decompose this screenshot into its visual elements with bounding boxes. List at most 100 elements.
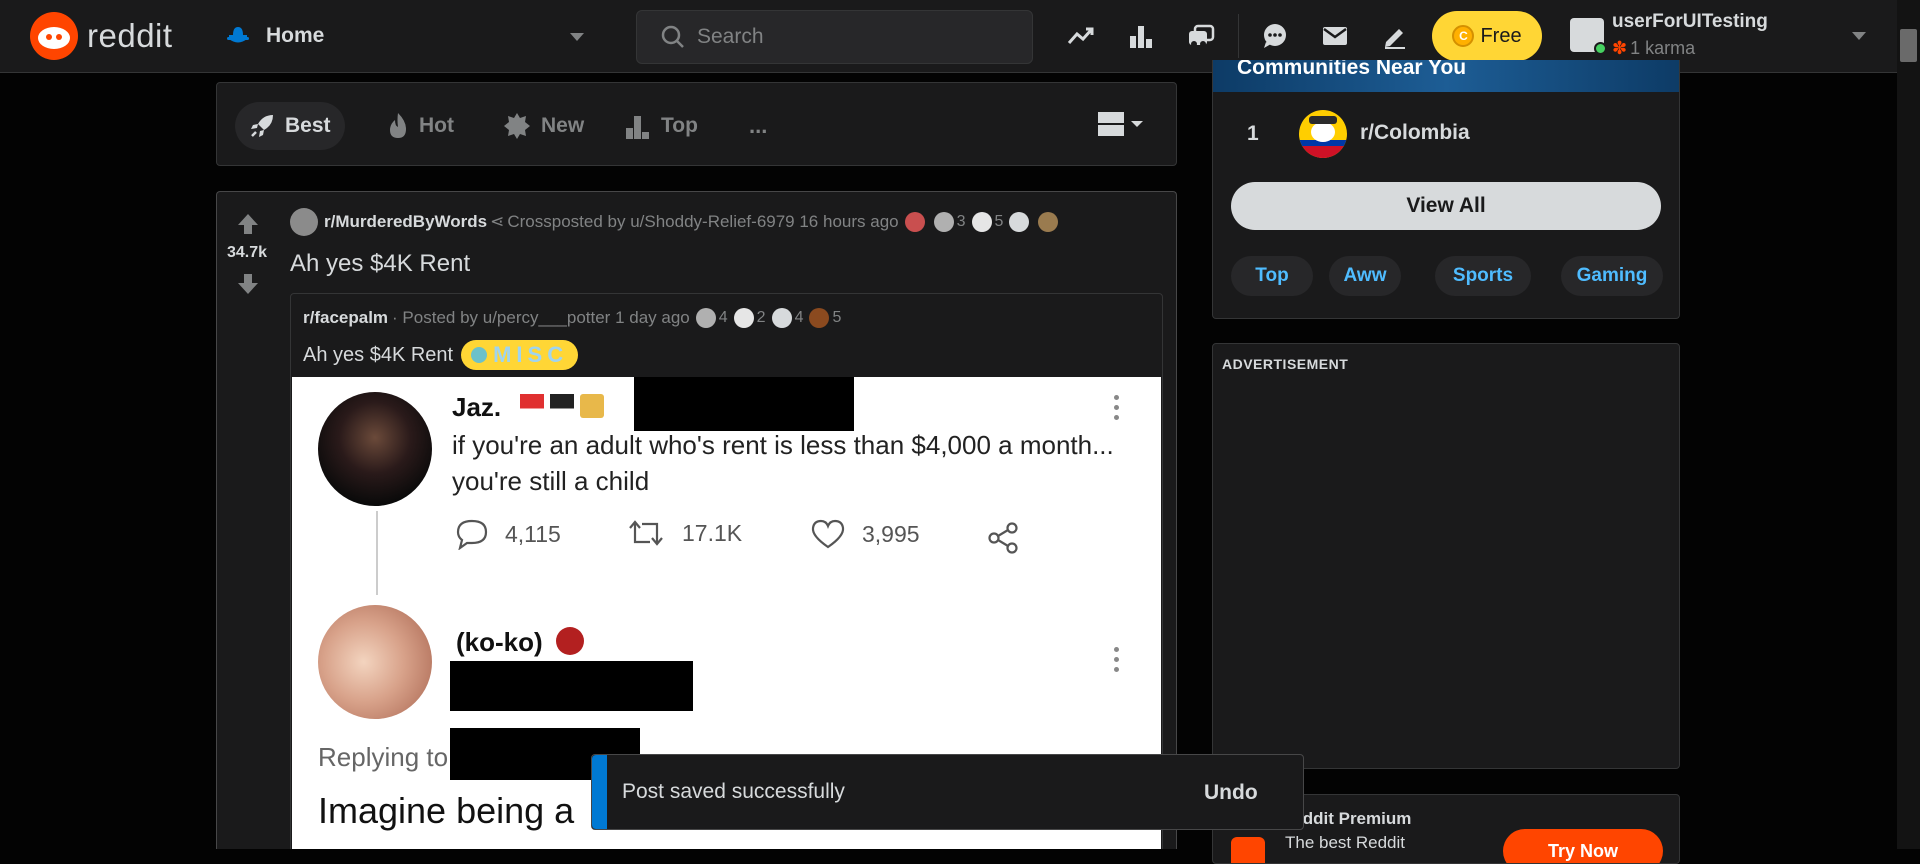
rocket-icon xyxy=(251,115,273,137)
ad-label: ADVERTISEMENT xyxy=(1222,356,1349,372)
search-input[interactable] xyxy=(697,25,1017,49)
flair-text: MISC xyxy=(493,342,569,367)
coins-icon[interactable] xyxy=(1184,19,1218,53)
crosspost-title-row: Ah yes $4K Rent MISC xyxy=(303,340,579,370)
award[interactable]: 3 xyxy=(933,212,966,232)
more-options-icon xyxy=(1114,647,1120,677)
undo-button[interactable]: Undo xyxy=(1192,773,1270,813)
tweet-author: Jaz. xyxy=(452,392,502,422)
coin-icon: C xyxy=(1452,25,1475,47)
premium-shield-icon xyxy=(1231,837,1265,863)
upvote-icon[interactable] xyxy=(236,212,260,236)
karma-count: ✽ 1 karma xyxy=(1612,38,1695,59)
user-menu[interactable]: userForUITesting ✽ 1 karma xyxy=(1566,8,1876,64)
retweet-icon xyxy=(629,520,663,546)
sort-hot[interactable]: Hot xyxy=(377,102,464,150)
tweet-text-line: you're still a child xyxy=(452,466,650,496)
subreddit-icon xyxy=(290,208,318,236)
toast-message: Post saved successfully xyxy=(622,780,845,803)
tweet-avatar xyxy=(318,605,432,719)
crosspost-subreddit[interactable]: r/facepalm xyxy=(303,308,388,328)
crosspost-text[interactable]: Crossposted by u/Shoddy-Relief-6979 16 h… xyxy=(507,212,898,232)
scrollbar-thumb[interactable] xyxy=(1900,29,1917,62)
devil-emoji-icon xyxy=(556,627,584,655)
award[interactable] xyxy=(1009,212,1032,232)
tweet-text-line: Imagine being a xyxy=(318,790,575,831)
try-now-button[interactable]: Try Now xyxy=(1503,829,1663,863)
sort-best[interactable]: Best xyxy=(235,102,345,150)
reddit-logo[interactable]: reddit xyxy=(30,12,173,60)
subreddit-link[interactable]: r/MurderedByWords xyxy=(324,212,487,232)
chip-sports[interactable]: Sports xyxy=(1435,256,1531,296)
downvote-icon[interactable] xyxy=(236,272,260,296)
community-row[interactable]: 1 r/Colombia xyxy=(1213,104,1679,164)
all-icon[interactable] xyxy=(1124,19,1158,53)
flame-icon xyxy=(390,113,406,138)
award[interactable]: 4 xyxy=(771,308,803,328)
award[interactable] xyxy=(1038,212,1061,232)
scrollbar-track[interactable] xyxy=(1897,0,1920,849)
premium-subtitle: The best Reddit xyxy=(1285,833,1406,852)
comment-icon xyxy=(456,519,488,550)
advertisement-card: ADVERTISEMENT xyxy=(1212,343,1680,769)
crosspost-author[interactable]: · Posted by u/percy___potter 1 day ago xyxy=(392,308,690,328)
flag-emojis xyxy=(520,394,604,418)
award[interactable] xyxy=(904,212,928,232)
create-post-icon[interactable] xyxy=(1378,19,1412,53)
thread-line xyxy=(376,511,378,595)
free-label: Free xyxy=(1480,24,1522,47)
username: userForUITesting xyxy=(1612,11,1768,32)
new-badge-icon xyxy=(504,113,530,139)
vote-score: 34.7k xyxy=(226,244,268,261)
communities-header: Communities Near You xyxy=(1237,60,1467,79)
tweet-likes: 3,995 xyxy=(810,518,920,550)
card-view-icon xyxy=(1098,112,1124,136)
online-status-icon xyxy=(1594,42,1607,55)
view-toggle[interactable] xyxy=(1097,111,1143,137)
home-feed-selector[interactable]: Home xyxy=(220,10,600,62)
crosspost-title[interactable]: Ah yes $4K Rent xyxy=(303,344,453,367)
chevron-down-icon xyxy=(1852,32,1866,40)
get-coins-button[interactable]: C Free xyxy=(1432,11,1542,61)
award[interactable]: 5 xyxy=(971,212,1003,232)
community-rank: 1 xyxy=(1247,122,1259,145)
communities-banner: Communities Near You xyxy=(1213,60,1679,92)
more-options-icon xyxy=(1114,395,1120,425)
karma-text: 1 karma xyxy=(1630,38,1696,58)
view-all-button[interactable]: View All xyxy=(1231,182,1661,230)
flair-icon xyxy=(471,347,488,363)
logo-text: reddit xyxy=(87,17,173,54)
popular-icon[interactable] xyxy=(1064,19,1098,53)
sort-top-label: Top xyxy=(661,114,698,137)
sort-new[interactable]: New xyxy=(493,102,594,150)
tweet-avatar xyxy=(318,392,432,506)
award[interactable]: 5 xyxy=(809,308,841,328)
divider xyxy=(1238,14,1239,58)
community-name[interactable]: r/Colombia xyxy=(1360,121,1470,145)
search-bar[interactable] xyxy=(636,10,1033,64)
tweet-replies: 4,115 xyxy=(455,518,561,550)
chip-gaming[interactable]: Gaming xyxy=(1561,256,1663,296)
sort-top[interactable]: Top xyxy=(615,102,708,150)
chevron-down-icon xyxy=(1131,121,1143,127)
karma-icon: ✽ xyxy=(1612,38,1628,58)
post-title[interactable]: Ah yes $4K Rent xyxy=(290,250,470,278)
sort-new-label: New xyxy=(541,114,585,137)
post-meta: r/MurderedByWords ⋖ Crossposted by u/Sho… xyxy=(290,208,1061,236)
chip-top[interactable]: Top xyxy=(1231,256,1313,296)
chat-icon[interactable] xyxy=(1258,19,1292,53)
chip-aww[interactable]: Aww xyxy=(1329,256,1401,296)
heart-icon xyxy=(811,519,845,549)
mail-icon[interactable] xyxy=(1318,19,1352,53)
search-icon xyxy=(661,25,684,48)
tweet-author: (ko-ko) xyxy=(456,627,543,657)
sort-best-label: Best xyxy=(285,114,331,137)
award[interactable]: 4 xyxy=(695,308,728,328)
home-label: Home xyxy=(266,24,325,47)
community-icon xyxy=(1299,110,1347,158)
redacted-box xyxy=(634,377,854,431)
sort-hot-label: Hot xyxy=(419,114,454,137)
more-sort-options[interactable]: ... xyxy=(739,102,777,150)
post-card[interactable]: 34.7k r/MurderedByWords ⋖ Crossposted by… xyxy=(216,191,1177,849)
award[interactable]: 2 xyxy=(733,308,766,328)
